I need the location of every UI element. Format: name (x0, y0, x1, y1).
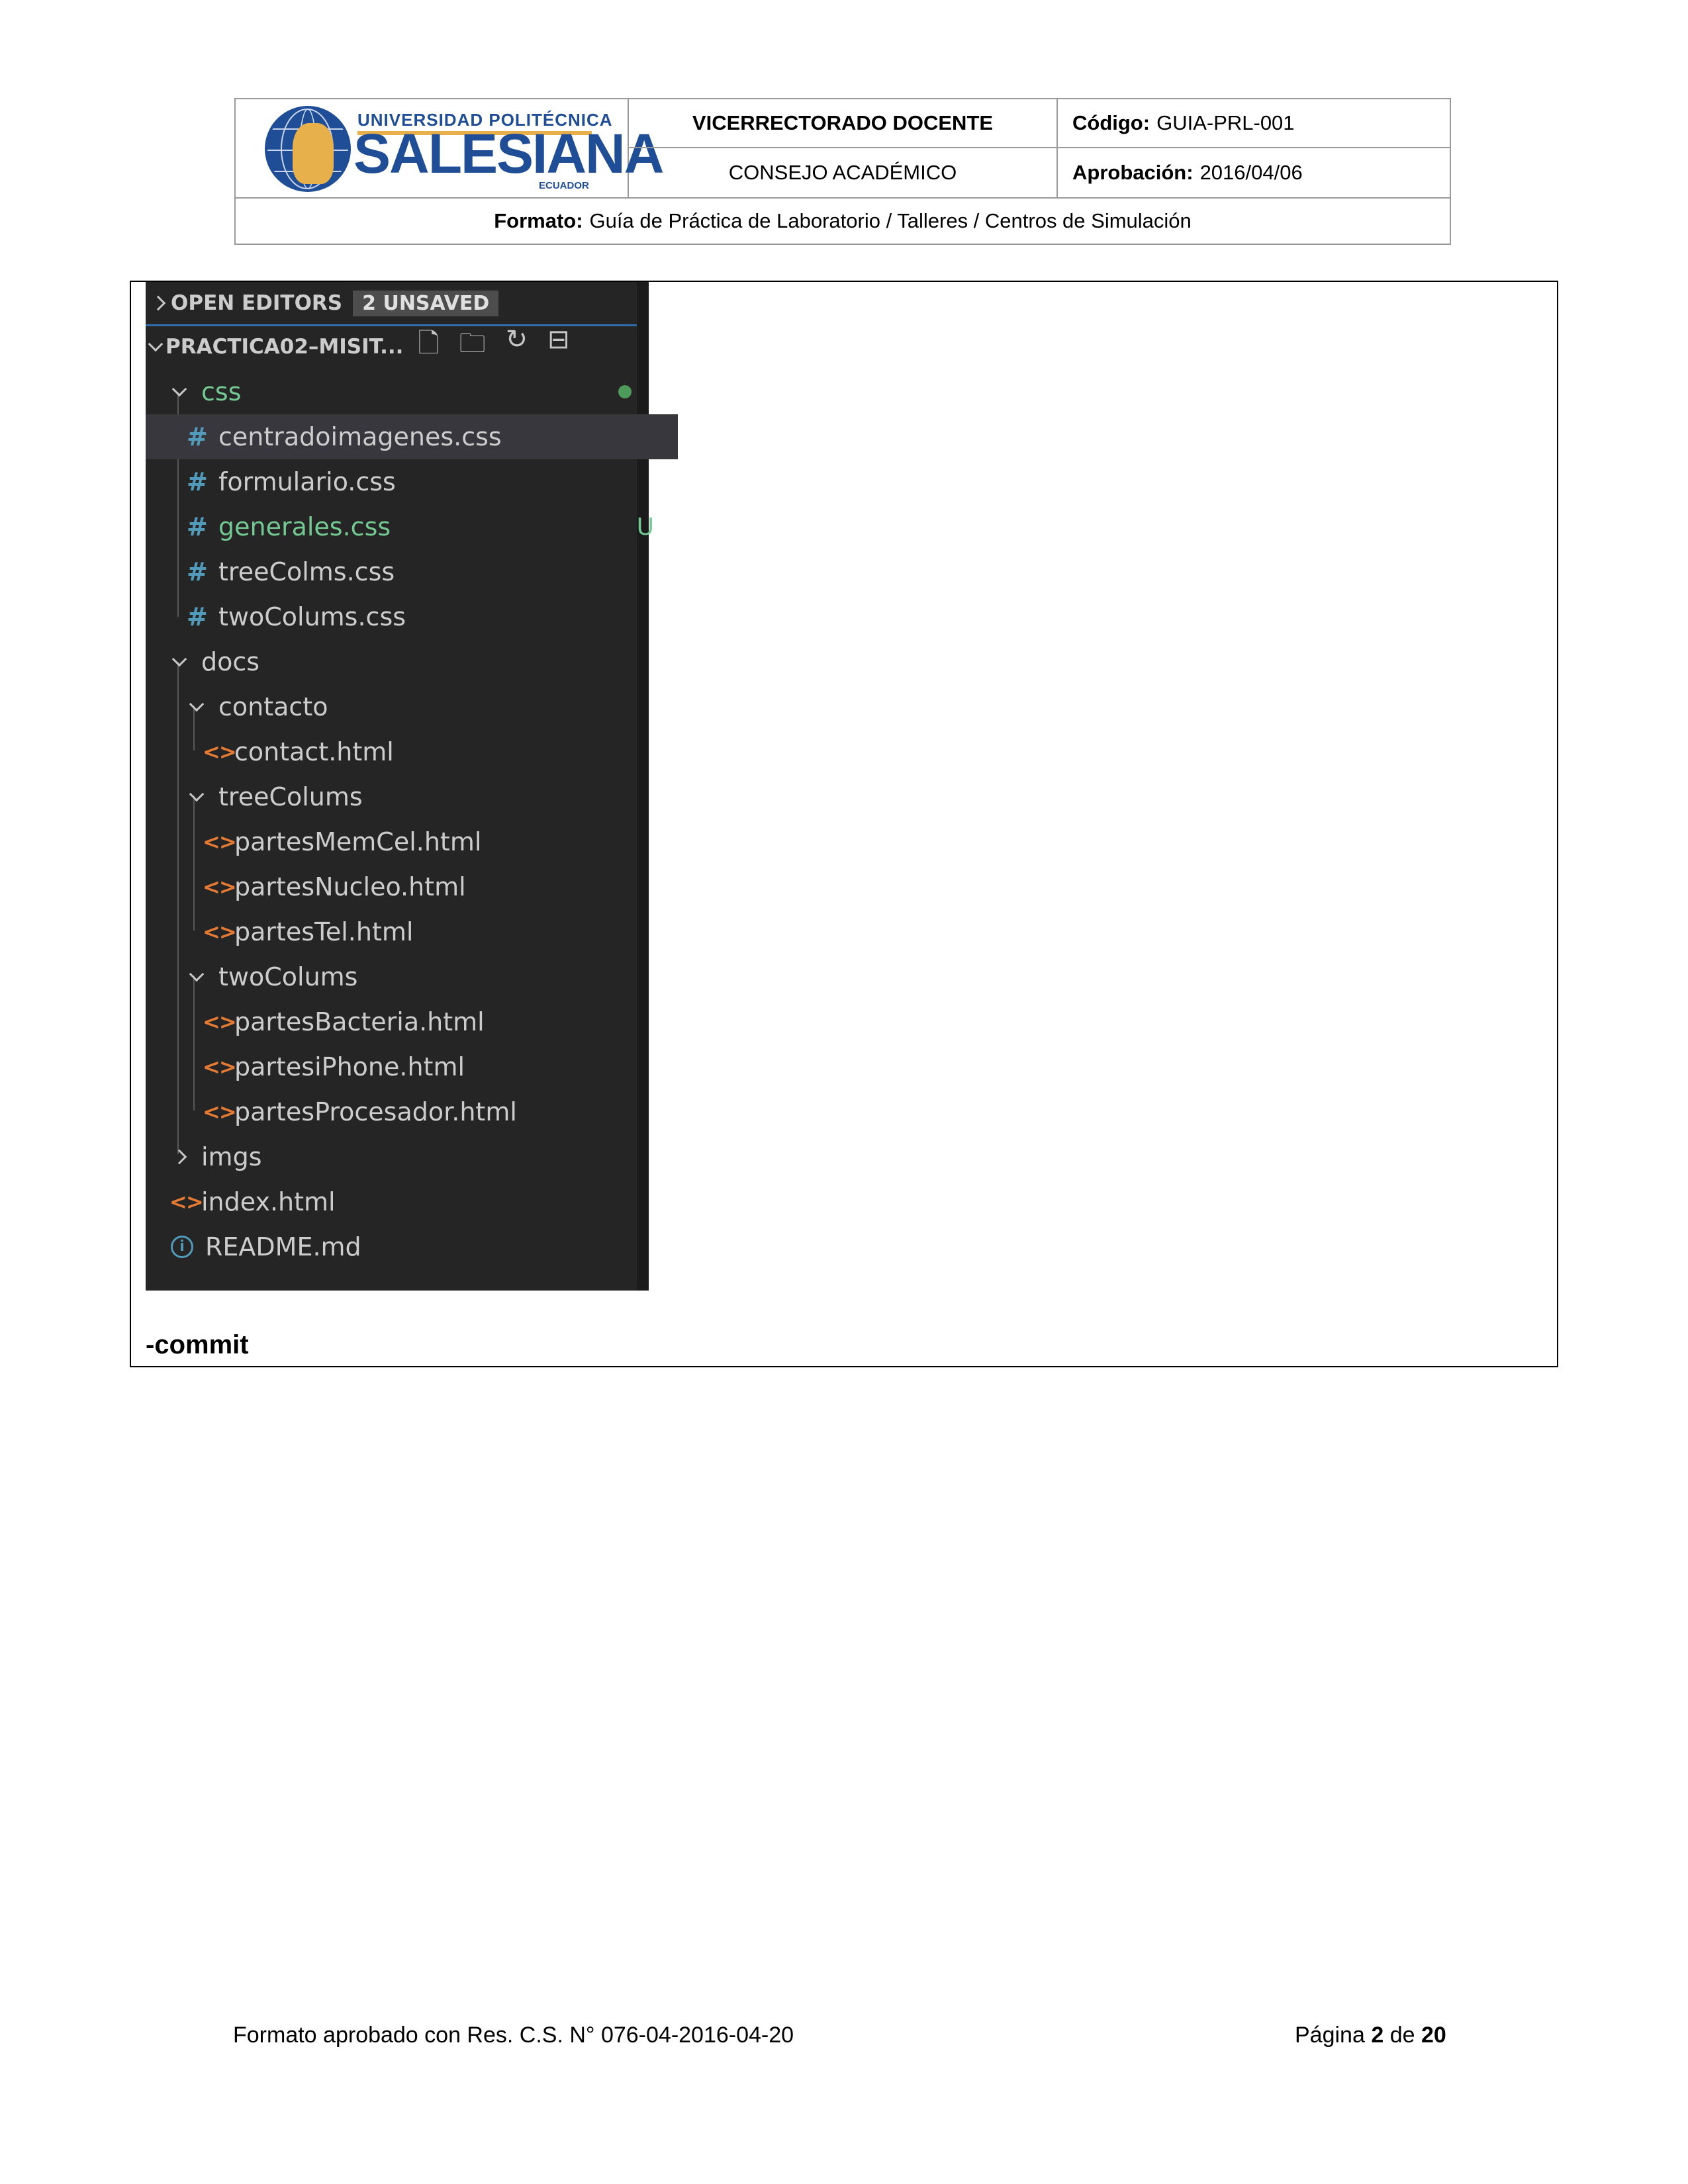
tree-item-label: treeColms.css (218, 557, 395, 586)
refresh-icon[interactable]: ↻ (506, 324, 528, 369)
css-file-icon: # (187, 557, 208, 586)
tree-file-contact-html[interactable]: <> contact.html (146, 729, 694, 774)
tree-file-partesbacteria[interactable]: <> partesBacteria.html (146, 999, 694, 1044)
tree-folder-treecolums[interactable]: treeColums (146, 774, 677, 819)
html-file-icon: <> (203, 739, 237, 764)
tree-item-label: README.md (205, 1232, 361, 1261)
modified-dot-icon (618, 385, 632, 398)
info-icon: i (171, 1236, 193, 1258)
code-cell: Código: GUIA-PRL-001 (1058, 99, 1450, 148)
code-value: GUIA-PRL-001 (1156, 111, 1295, 134)
css-file-icon: # (187, 602, 208, 631)
new-folder-icon[interactable]: 🗀 (459, 324, 486, 369)
unsaved-badge: 2 UNSAVED (353, 290, 499, 316)
html-file-icon: <> (203, 919, 237, 944)
tree-folder-docs[interactable]: docs (146, 639, 659, 684)
footer-resolution: Formato aprobado con Res. C.S. N° 076-04… (233, 2023, 794, 2048)
chevron-down-icon (171, 651, 187, 667)
untracked-status: U (636, 513, 654, 541)
open-editors-section[interactable]: OPEN EDITORS 2 UNSAVED (146, 282, 637, 326)
tree-item-label: partesiPhone.html (234, 1052, 465, 1081)
approval-value: 2016/04/06 (1199, 161, 1303, 184)
tree-file-partesmemcel[interactable]: <> partesMemCel.html (146, 819, 694, 864)
tree-folder-css[interactable]: css (146, 369, 659, 414)
tree-folder-twocolums[interactable]: twoColums (146, 954, 677, 999)
tree-file-formulario[interactable]: # formulario.css (146, 459, 678, 504)
tree-item-label: treeColums (218, 782, 363, 811)
tree-item-label: css (201, 377, 242, 406)
html-file-icon: <> (203, 1099, 237, 1124)
tree-file-partesiphone[interactable]: <> partesiPhone.html (146, 1044, 694, 1089)
tree-item-label: contact.html (234, 737, 394, 766)
tree-item-label: partesNucleo.html (234, 872, 466, 901)
css-file-icon: # (187, 422, 208, 451)
tree-item-label: index.html (201, 1187, 336, 1216)
project-label: PRACTICA02–MISIT... (165, 335, 404, 359)
chevron-down-icon (189, 696, 205, 712)
project-section[interactable]: PRACTICA02–MISIT... 🗋 🗀 ↻ ⊟ (146, 324, 637, 369)
tree-item-label: partesMemCel.html (234, 827, 482, 856)
tree-item-label: contacto (218, 692, 328, 721)
html-file-icon: <> (203, 1009, 237, 1034)
tree-item-label: centradoimagenes.css (218, 422, 502, 451)
council-title: CONSEJO ACADÉMICO (629, 148, 1058, 197)
html-file-icon: <> (169, 1189, 204, 1214)
tree-file-treecolms[interactable]: # treeColms.css (146, 549, 678, 594)
office-title: VICERRECTORADO DOCENTE (629, 99, 1058, 148)
tree-file-partesnucleo[interactable]: <> partesNucleo.html (146, 864, 694, 909)
logo-cell: UNIVERSIDAD POLITÉCNICA SALESIANA ECUADO… (236, 99, 664, 197)
page-total: 20 (1421, 2023, 1446, 2048)
chevron-down-icon (148, 336, 164, 352)
html-file-icon: <> (203, 1054, 237, 1079)
html-file-icon: <> (203, 874, 237, 899)
html-file-icon: <> (203, 829, 237, 854)
tree-file-index-html[interactable]: <> index.html (146, 1179, 661, 1224)
page-separator: de (1389, 2023, 1415, 2048)
content-box: OPEN EDITORS 2 UNSAVED PRACTICA02–MISIT.… (130, 281, 1558, 1367)
approval-cell: Aprobación: 2016/04/06 (1058, 148, 1450, 197)
chevron-down-icon (189, 786, 205, 802)
tree-file-centradoimagenes[interactable]: # centradoimagenes.css (146, 414, 678, 459)
tree-folder-imgs[interactable]: imgs (146, 1134, 659, 1179)
chevron-down-icon (189, 966, 205, 982)
approval-label: Aprobación: (1072, 161, 1194, 184)
format-value: Guía de Práctica de Laboratorio / Taller… (589, 209, 1192, 232)
tree-file-partesprocesador[interactable]: <> partesProcesador.html (146, 1089, 694, 1134)
tree-item-label: twoColums (218, 962, 358, 991)
globe-emblem-icon (265, 106, 351, 192)
university-logo: UNIVERSIDAD POLITÉCNICA SALESIANA ECUADO… (265, 105, 664, 192)
tree-folder-contacto[interactable]: contacto (146, 684, 677, 729)
collapse-all-icon[interactable]: ⊟ (547, 324, 570, 369)
tree-item-label: partesBacteria.html (234, 1007, 485, 1036)
chevron-right-icon (171, 1149, 187, 1165)
chevron-down-icon (171, 381, 187, 397)
logo-name-text: SALESIANA (353, 122, 664, 185)
tree-file-readme[interactable]: i README.md (146, 1224, 662, 1269)
tree-item-label: imgs (201, 1142, 262, 1171)
tree-item-label: partesTel.html (234, 917, 414, 946)
css-file-icon: # (187, 467, 208, 496)
format-cell: Formato: Guía de Práctica de Laboratorio… (236, 197, 1450, 244)
document-header: UNIVERSIDAD POLITÉCNICA SALESIANA ECUADO… (234, 98, 1451, 245)
css-file-icon: # (187, 512, 208, 541)
tree-item-label: twoColums.css (218, 602, 406, 631)
tree-item-label: partesProcesador.html (234, 1097, 517, 1126)
tree-item-label: formulario.css (218, 467, 396, 496)
chevron-right-icon (150, 295, 166, 311)
page-current: 2 (1371, 2023, 1384, 2048)
tree-file-twocolums-css[interactable]: # twoColums.css (146, 594, 678, 639)
logo-country-text: ECUADOR (536, 180, 592, 191)
tree-file-partestel[interactable]: <> partesTel.html (146, 909, 694, 954)
tree-item-label: docs (201, 647, 260, 676)
tree-item-label: generales.css (218, 512, 391, 541)
commit-heading: -commit (146, 1330, 249, 1359)
tree-file-generales[interactable]: # generales.css U (146, 504, 678, 549)
footer-page-number: Página 2 de 20 (1295, 2023, 1446, 2048)
code-label: Código: (1072, 111, 1150, 134)
new-file-icon[interactable]: 🗋 (418, 324, 439, 369)
vscode-explorer-screenshot: OPEN EDITORS 2 UNSAVED PRACTICA02–MISIT.… (146, 282, 678, 1291)
open-editors-label: OPEN EDITORS (171, 291, 343, 315)
page-prefix: Página (1295, 2023, 1365, 2048)
format-label: Formato: (494, 209, 583, 232)
